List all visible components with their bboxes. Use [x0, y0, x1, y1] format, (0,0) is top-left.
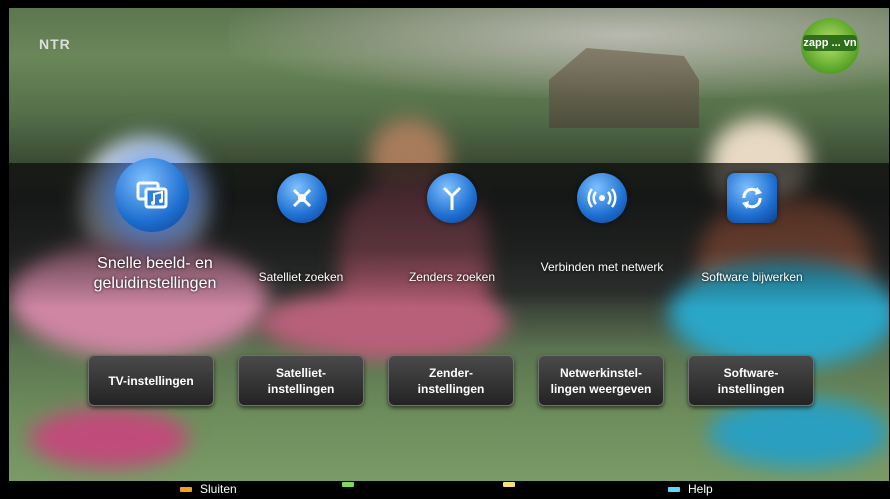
menu-label-network[interactable]: Verbinden met netwerk	[539, 260, 665, 274]
network-settings-button[interactable]: Netwerkinstel- lingen weergeven	[538, 355, 664, 406]
logo-text: zapp ... vn	[803, 35, 857, 51]
hint-green[interactable]	[342, 482, 354, 487]
channel-settings-button[interactable]: Zender- instellingen	[388, 355, 514, 406]
satellite-icon[interactable]	[277, 173, 327, 223]
blue-key-icon	[668, 486, 680, 492]
button-label: Satelliet- instellingen	[267, 365, 335, 396]
tv-screen: NTR zapp ... vn Snelle beeld- en geluidi…	[9, 8, 889, 481]
refresh-icon[interactable]	[727, 173, 777, 223]
background-child	[709, 398, 889, 468]
tv-settings-button[interactable]: TV-instellingen	[88, 355, 214, 406]
menu-label-quick-settings[interactable]: Snelle beeld- en geluidinstellingen	[75, 254, 235, 294]
menu-label-software-update[interactable]: Software bijwerken	[677, 270, 827, 284]
button-label: Software- instellingen	[717, 365, 785, 396]
hint-help[interactable]: Help	[668, 482, 713, 496]
background-child	[29, 408, 189, 468]
menu-label-channel-search[interactable]: Zenders zoeken	[392, 270, 512, 284]
music-display-icon[interactable]	[115, 158, 189, 232]
satellite-settings-button[interactable]: Satelliet- instellingen	[238, 355, 364, 406]
hint-label: Sluiten	[200, 482, 237, 496]
hint-yellow[interactable]	[503, 482, 515, 487]
button-label: Zender- instellingen	[417, 365, 485, 396]
hint-close[interactable]: Sluiten	[180, 482, 237, 496]
footer-bar	[0, 481, 890, 499]
channel-name: NTR	[39, 36, 71, 52]
antenna-icon[interactable]	[427, 173, 477, 223]
software-settings-button[interactable]: Software- instellingen	[688, 355, 814, 406]
zapp-logo: zapp ... vn	[801, 18, 859, 74]
wireless-icon[interactable]	[577, 173, 627, 223]
yellow-key-icon	[503, 482, 515, 487]
orange-key-icon	[180, 486, 192, 492]
menu-label-satellite-search[interactable]: Satelliet zoeken	[241, 270, 361, 284]
button-label: Netwerkinstel- lingen weergeven	[550, 365, 652, 396]
button-label: TV-instellingen	[108, 373, 194, 388]
green-key-icon	[342, 482, 354, 487]
hint-label: Help	[688, 482, 713, 496]
